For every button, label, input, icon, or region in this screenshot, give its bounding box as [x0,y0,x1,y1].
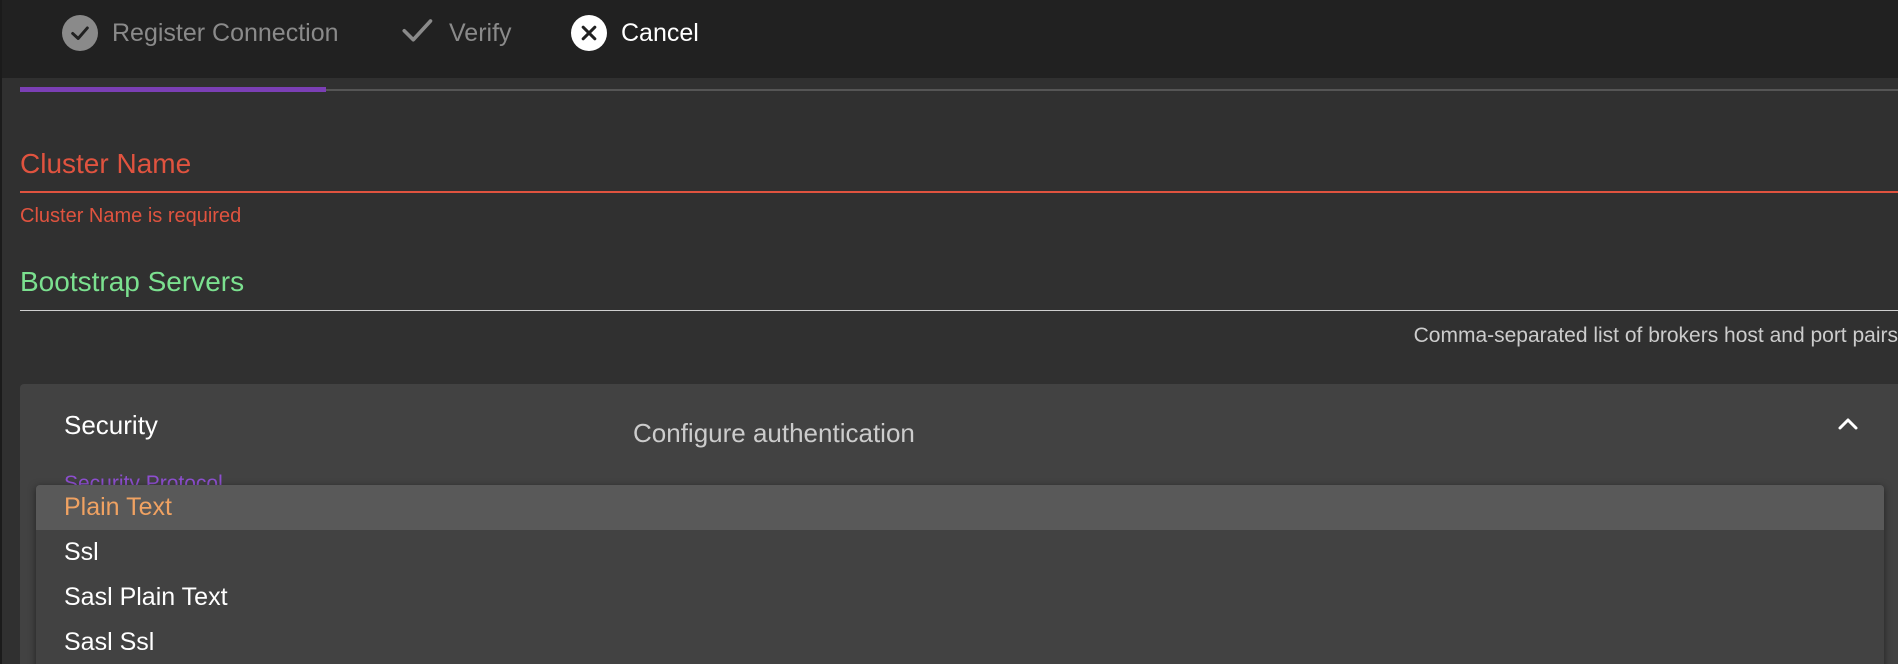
bootstrap-servers-label[interactable]: Bootstrap Servers [20,266,244,298]
stepper-header: Register Connection Verify Cancel [2,0,1898,78]
dropdown-option-sasl-plain-text[interactable]: Sasl Plain Text [36,575,1884,620]
security-panel-title: Security [64,410,158,440]
cluster-name-error: Cluster Name is required [20,205,242,227]
register-connection-dialog: Register Connection Verify Cancel Cluste… [0,0,1898,664]
security-panel-description: Configure authentication [633,418,915,448]
cancel-button[interactable]: Cancel [571,0,699,66]
step-register-connection[interactable]: Register Connection [62,0,339,66]
cluster-name-label[interactable]: Cluster Name [20,148,191,180]
check-icon [399,12,435,55]
close-circle-icon [571,15,607,51]
cluster-name-underline [20,191,1898,193]
step-verify-label: Verify [449,18,512,47]
bootstrap-servers-underline [20,310,1898,311]
check-circle-icon [62,15,98,51]
security-protocol-dropdown: Plain Text Ssl Sasl Plain Text Sasl Ssl [36,485,1884,664]
progress-bar-fill [20,87,326,92]
step-register-label: Register Connection [112,18,339,47]
bootstrap-servers-hint: Comma-separated list of brokers host and… [1413,324,1898,347]
dropdown-option-plain-text[interactable]: Plain Text [36,485,1884,530]
dropdown-option-sasl-ssl[interactable]: Sasl Ssl [36,620,1884,664]
cancel-label: Cancel [621,18,699,47]
dropdown-option-ssl[interactable]: Ssl [36,530,1884,575]
step-verify[interactable]: Verify [399,0,512,66]
chevron-up-icon[interactable] [1836,412,1860,436]
